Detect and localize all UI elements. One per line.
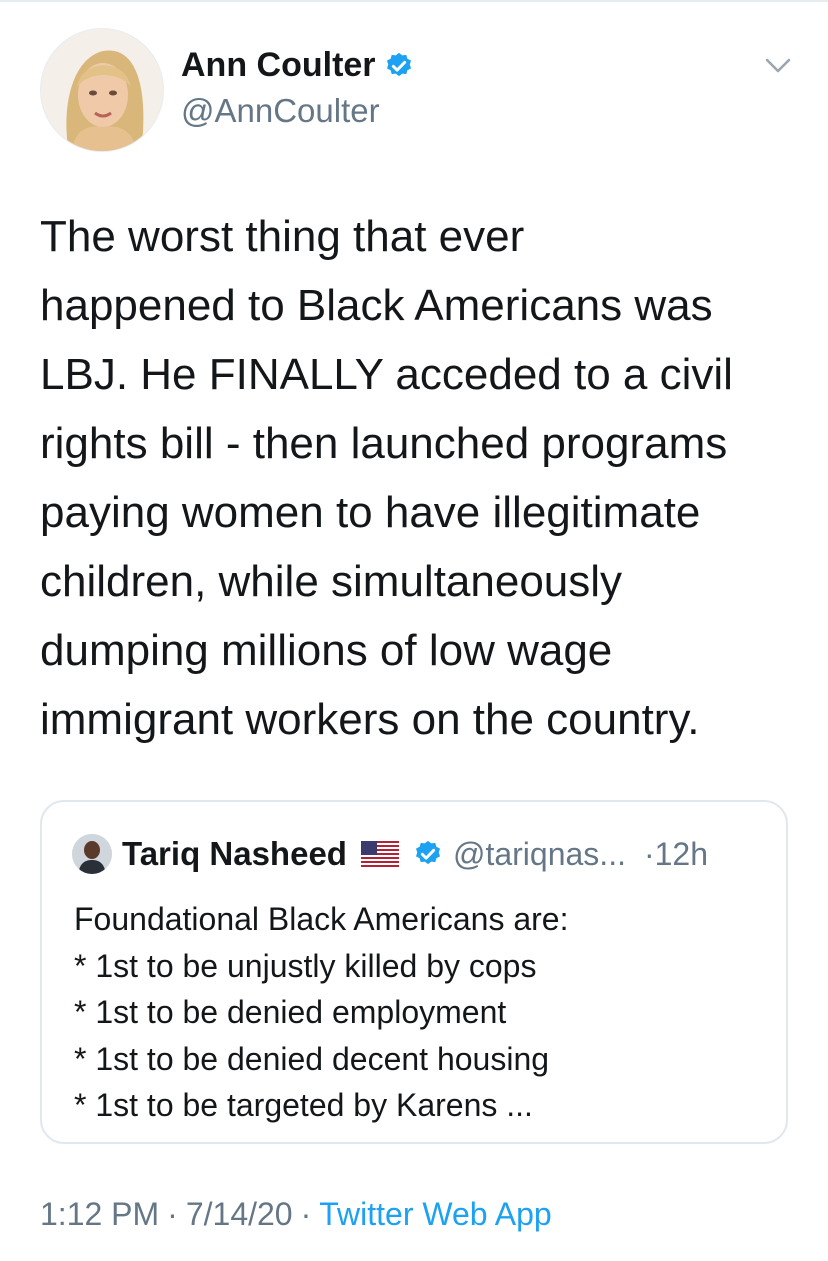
author-name-row[interactable]: Ann Coulter bbox=[181, 46, 414, 85]
source-app-link[interactable]: Twitter Web App bbox=[319, 1196, 551, 1232]
quoted-tweet-card[interactable]: Tariq Nasheed @tariqnas... · 12h Foundat… bbox=[40, 800, 788, 1144]
author-handle[interactable]: @AnnCoulter bbox=[181, 92, 380, 130]
tweet-footer: 1:12 PM · 7/14/20 · Twitter Web App bbox=[40, 1196, 552, 1233]
tweet-text-line: children, while simultaneously bbox=[40, 557, 623, 606]
footer-separator: · bbox=[300, 1196, 312, 1232]
tweet-text: The worst thing that ever happened to Bl… bbox=[40, 202, 800, 754]
author-avatar[interactable] bbox=[40, 28, 164, 152]
tweet-header: Ann Coulter @AnnCoulter bbox=[40, 28, 800, 152]
top-divider bbox=[0, 0, 828, 2]
quoted-tweet-header: Tariq Nasheed @tariqnas... · 12h bbox=[72, 832, 708, 876]
footer-separator: · bbox=[167, 1196, 178, 1232]
chevron-down-icon[interactable] bbox=[764, 56, 792, 76]
us-flag-icon bbox=[360, 841, 399, 867]
tweet-text-line: dumping millions of low wage bbox=[40, 626, 613, 675]
tweet-text-line: paying women to have illegitimate bbox=[40, 488, 701, 537]
tweet-text-line: rights bill - then launched programs bbox=[40, 419, 728, 468]
tweet-text-line: LBJ. He FINALLY acceded to a civil bbox=[40, 350, 733, 399]
quoted-text-line: * 1st to be unjustly killed by cops bbox=[74, 947, 537, 984]
quoted-author-avatar bbox=[72, 834, 112, 874]
verified-badge-icon bbox=[415, 840, 440, 865]
tweet-text-line: happened to Black Americans was bbox=[40, 281, 713, 330]
quoted-text-line: Foundational Black Americans are: bbox=[74, 901, 569, 937]
tweet-date[interactable]: 7/14/20 bbox=[186, 1196, 293, 1232]
quoted-tweet-time: 12h bbox=[654, 835, 709, 872]
quoted-text-line: * 1st to be targeted by Karens ... bbox=[74, 1087, 533, 1123]
tweet-text-line: immigrant workers on the country. bbox=[40, 695, 700, 744]
quoted-tweet-text: Foundational Black Americans are: * 1st … bbox=[74, 896, 764, 1129]
quoted-author-handle: @tariqnas... bbox=[452, 835, 626, 872]
tweet-text-line: The worst thing that ever bbox=[40, 212, 525, 261]
quoted-text-line: * 1st to be denied decent housing bbox=[74, 1040, 550, 1077]
quoted-time-separator: · bbox=[643, 835, 655, 872]
verified-badge-icon bbox=[386, 52, 411, 76]
author-name[interactable]: Ann Coulter bbox=[181, 46, 376, 85]
tweet-time[interactable]: 1:12 PM bbox=[40, 1196, 159, 1232]
quoted-text-line: * 1st to be denied employment bbox=[74, 994, 507, 1030]
quoted-author-name: Tariq Nasheed bbox=[122, 835, 347, 872]
